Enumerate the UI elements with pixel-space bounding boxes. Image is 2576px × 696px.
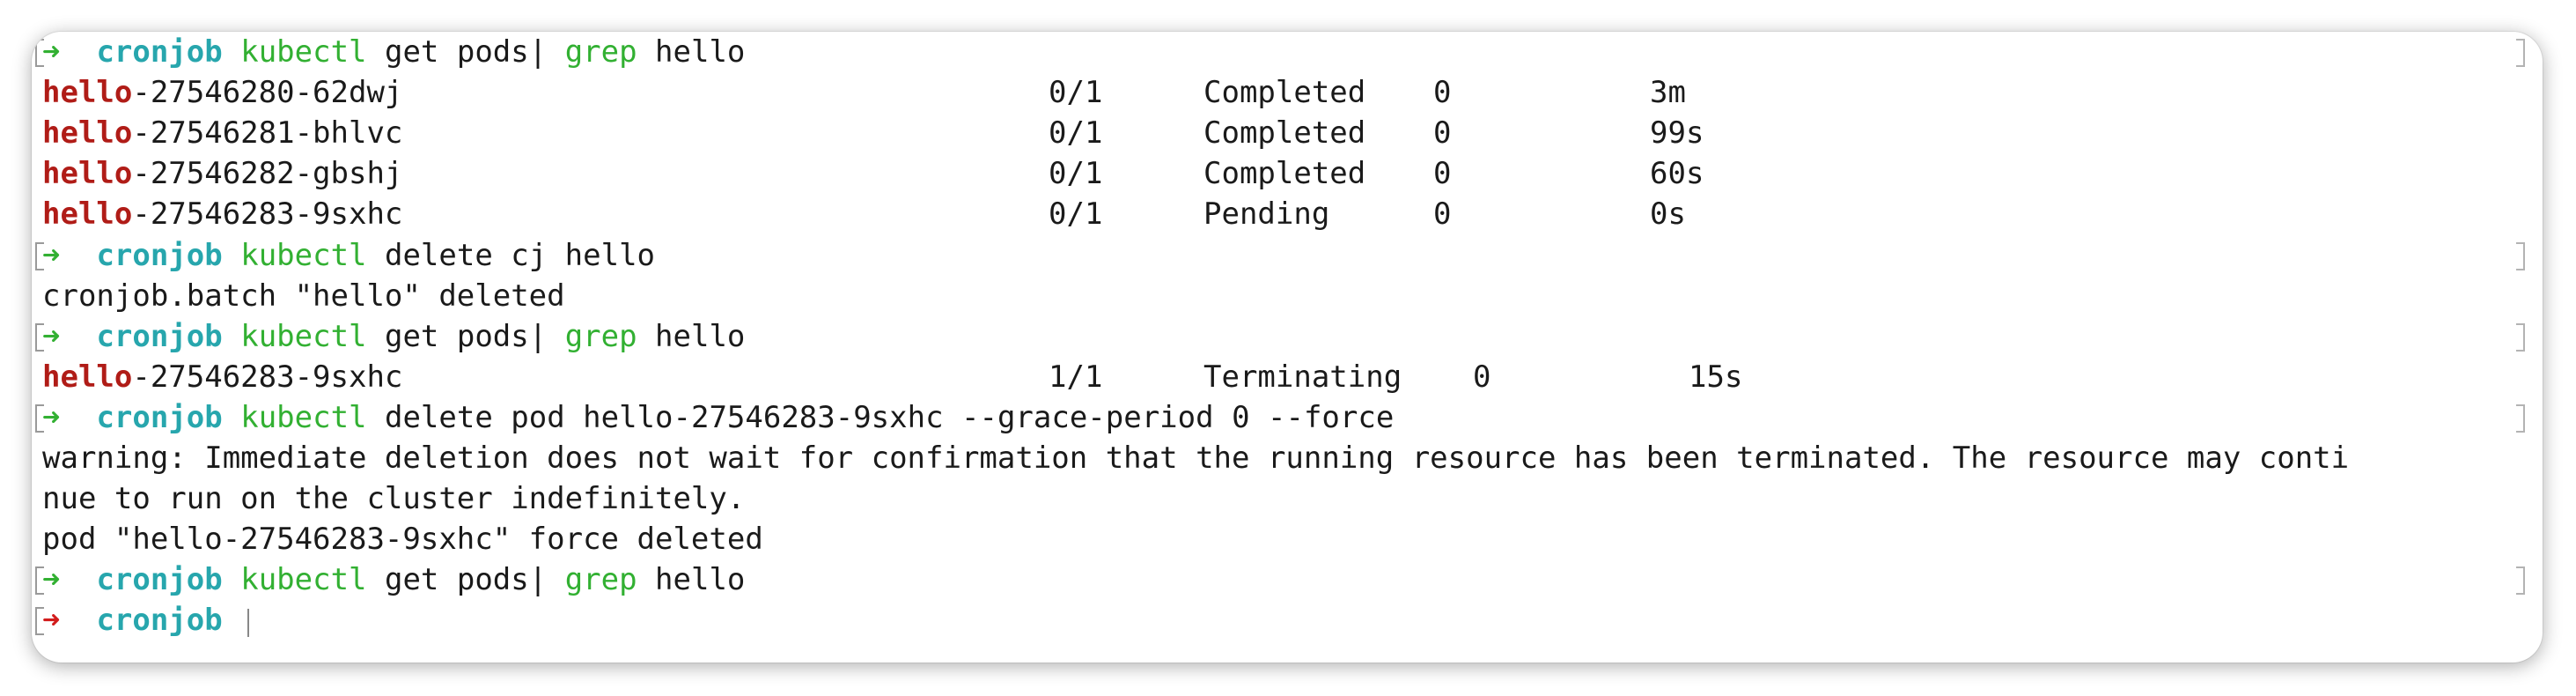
command-name: grep [564, 318, 637, 354]
command-prompt-line: ➜ cronjob kubectl delete pod hello-27546… [32, 397, 2543, 438]
pod-status: Completed [1203, 115, 1366, 152]
command-args: hello [637, 34, 746, 70]
command-prompt-line: ➜ cronjob kubectl get pods| grep hello [32, 559, 2543, 600]
line-end-mark-icon [2516, 32, 2528, 72]
pod-age: 0s [1650, 196, 1686, 233]
pod-row: hello-27546281-bhlvc 0/1 Completed 0 99s [32, 113, 2543, 153]
command-name: kubectl [240, 237, 367, 273]
pod-restarts: 0 [1433, 115, 1452, 152]
pod-restarts: 0 [1433, 196, 1452, 233]
pod-ready: 0/1 [1049, 115, 1103, 152]
prompt-arrow-icon: ➜ [42, 399, 61, 435]
pod-age: 99s [1650, 115, 1704, 152]
prompt-directory: cronjob [96, 318, 223, 354]
pod-ready: 0/1 [1049, 75, 1103, 111]
pod-restarts: 0 [1473, 359, 1491, 395]
pod-age: 15s [1689, 359, 1743, 395]
prompt-directory: cronjob [96, 237, 223, 273]
command-args: get pods| [366, 34, 565, 70]
prompt-arrow-icon: ➜ [42, 318, 61, 354]
terminal-window[interactable]: ➜ cronjob kubectl get pods| grep hello he… [32, 32, 2543, 663]
pod-status: Pending [1203, 196, 1330, 233]
pod-age: 60s [1650, 156, 1704, 192]
command-prompt-line: ➜ cronjob kubectl get pods| grep hello [32, 316, 2543, 357]
command-name: kubectl [240, 318, 367, 354]
line-end-mark-icon [2516, 397, 2528, 438]
pod-status: Terminating [1203, 359, 1402, 395]
command-args: get pods| [366, 562, 565, 598]
output-text: pod "hello-27546283-9sxhc" force deleted [42, 522, 763, 558]
pod-name: -27546282-gbshj [132, 156, 403, 192]
pod-ready: 1/1 [1049, 359, 1103, 395]
output-text: warning: Immediate deletion does not wai… [42, 441, 2350, 476]
output-line: cronjob.batch "hello" deleted [32, 276, 2543, 316]
line-end-mark-icon [2516, 235, 2528, 276]
command-name: kubectl [240, 562, 367, 598]
grep-match-highlight: hello [42, 196, 133, 233]
grep-match-highlight: hello [42, 75, 133, 111]
grep-match-highlight: hello [42, 156, 133, 192]
pod-age: 3m [1650, 75, 1686, 111]
pod-status: Completed [1203, 156, 1366, 192]
command-prompt-line: ➜ cronjob kubectl delete cj hello [32, 235, 2543, 276]
prompt-directory: cronjob [96, 34, 223, 70]
prompt-directory: cronjob [96, 603, 223, 639]
pod-row: hello-27546282-gbshj 0/1 Completed 0 60s [32, 153, 2543, 194]
command-args: delete pod hello-27546283-9sxhc --grace-… [366, 399, 1395, 435]
prompt-arrow-icon: ➜ [42, 562, 61, 598]
active-prompt-line: ➜ cronjob [32, 600, 2543, 640]
pod-row: hello-27546283-9sxhc 1/1 Terminating 0 15s [32, 357, 2543, 397]
output-text: nue to run on the cluster indefinitely. [42, 481, 746, 517]
terminal-output[interactable]: ➜ cronjob kubectl get pods| grep hello he… [32, 32, 2543, 663]
prompt-directory: cronjob [96, 562, 223, 598]
prompt-arrow-icon: ➜ [42, 34, 61, 70]
output-line: warning: Immediate deletion does not wai… [32, 438, 2543, 478]
text-cursor[interactable] [247, 609, 250, 638]
command-prompt-line: ➜ cronjob kubectl get pods| grep hello [32, 32, 2543, 72]
command-name: kubectl [240, 399, 367, 435]
prompt-arrow-icon: ➜ [42, 237, 61, 273]
line-end-mark-icon [2516, 559, 2528, 600]
pod-name: -27546283-9sxhc [132, 196, 403, 233]
grep-match-highlight: hello [42, 359, 133, 395]
prompt-arrow-icon: ➜ [42, 603, 61, 639]
command-args: delete cj hello [366, 237, 656, 273]
pod-ready: 0/1 [1049, 196, 1103, 233]
command-args: get pods| [366, 318, 565, 354]
pod-restarts: 0 [1433, 75, 1452, 111]
output-line: nue to run on the cluster indefinitely. [32, 478, 2543, 519]
pod-restarts: 0 [1433, 156, 1452, 192]
prompt-directory: cronjob [96, 399, 223, 435]
command-args: hello [637, 318, 746, 354]
grep-match-highlight: hello [42, 115, 133, 152]
pod-row: hello-27546280-62dwj 0/1 Completed 0 3m [32, 72, 2543, 113]
output-text: cronjob.batch "hello" deleted [42, 278, 565, 314]
pod-row: hello-27546283-9sxhc 0/1 Pending 0 0s [32, 194, 2543, 234]
command-name: kubectl [240, 34, 367, 70]
pod-ready: 0/1 [1049, 156, 1103, 192]
command-name: grep [564, 34, 637, 70]
output-line: pod "hello-27546283-9sxhc" force deleted [32, 519, 2543, 559]
pod-name: -27546283-9sxhc [132, 359, 403, 395]
command-args: hello [637, 562, 746, 598]
pod-status: Completed [1203, 75, 1366, 111]
pod-name: -27546281-bhlvc [132, 115, 403, 152]
line-end-mark-icon [2516, 316, 2528, 357]
pod-name: -27546280-62dwj [132, 75, 403, 111]
command-name: grep [564, 562, 637, 598]
